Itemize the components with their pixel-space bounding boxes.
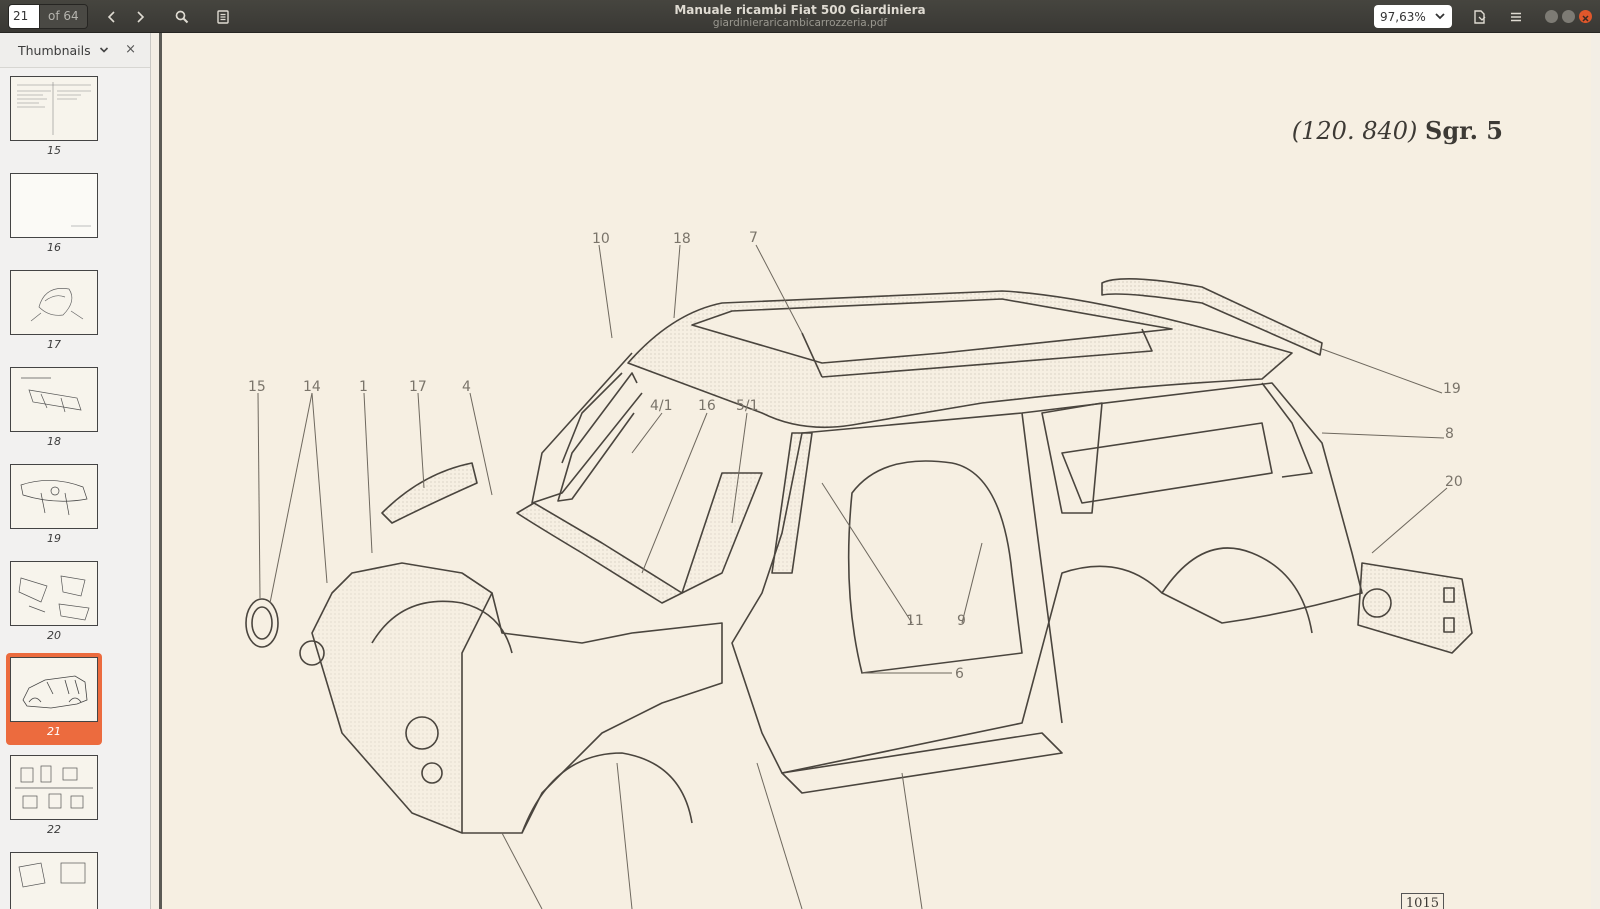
zoom-value: 97,63% bbox=[1380, 9, 1426, 24]
callout-label: 9 bbox=[957, 613, 966, 629]
callout-label: 18 bbox=[673, 231, 691, 247]
close-sidebar-button[interactable]: × bbox=[125, 42, 136, 57]
minimize-button[interactable] bbox=[1545, 10, 1558, 23]
pdf-page: (120. 840) Sgr. 5 10 18 7 15 14 1 17 4 4… bbox=[159, 33, 1591, 909]
thumbnail-image bbox=[10, 657, 98, 722]
sidebar-mode-label[interactable]: Thumbnails bbox=[18, 43, 91, 58]
callout-label: 11 bbox=[906, 613, 924, 629]
callout-label: 4 bbox=[462, 379, 471, 395]
page-entry[interactable]: 21 of 64 bbox=[8, 4, 88, 29]
callout-label: 16 bbox=[698, 398, 716, 414]
callout-label: 14 bbox=[303, 379, 321, 395]
annotations-button[interactable] bbox=[209, 4, 237, 29]
callout-label: 6 bbox=[955, 666, 964, 682]
thumbnail-image bbox=[10, 852, 98, 909]
thumbnails-sidebar: Thumbnails × 15 16 17 18 19 20 21 22 bbox=[0, 33, 151, 909]
thumbnail-page-23[interactable] bbox=[6, 848, 102, 909]
header-bar: 21 of 64 Manuale ricambi Fiat 500 Giardi… bbox=[0, 0, 1600, 33]
callout-label: 1 bbox=[359, 379, 368, 395]
search-icon bbox=[175, 10, 189, 23]
chevron-down-icon bbox=[1435, 13, 1445, 20]
sidebar-scrollbar[interactable] bbox=[142, 69, 150, 909]
chevron-left-icon bbox=[107, 10, 115, 23]
thumbnail-image bbox=[10, 367, 98, 432]
thumbnail-page-19[interactable]: 19 bbox=[6, 460, 102, 552]
thumbnail-image bbox=[10, 464, 98, 529]
thumbnail-label: 18 bbox=[47, 435, 61, 448]
send-to-button[interactable] bbox=[1466, 4, 1494, 29]
thumbnail-page-16[interactable]: 16 bbox=[6, 169, 102, 261]
page-code-box: 1015 bbox=[1400, 893, 1444, 909]
menu-button[interactable] bbox=[1502, 4, 1530, 29]
thumbnail-label: 16 bbox=[47, 241, 61, 254]
callout-label: 5/1 bbox=[736, 398, 759, 414]
thumbnail-label: 22 bbox=[47, 823, 61, 836]
document-view[interactable]: (120. 840) Sgr. 5 10 18 7 15 14 1 17 4 4… bbox=[151, 33, 1600, 909]
thumbnail-image bbox=[10, 270, 98, 335]
callout-label: 15 bbox=[248, 379, 266, 395]
chevron-right-icon bbox=[137, 10, 145, 23]
document-scrollbar[interactable] bbox=[1592, 33, 1600, 909]
callout-label: 19 bbox=[1443, 381, 1461, 397]
thumbnail-image bbox=[10, 561, 98, 626]
document-list-icon bbox=[217, 9, 229, 24]
previous-page-button[interactable] bbox=[98, 4, 126, 29]
sidebar-header: Thumbnails × bbox=[0, 33, 150, 68]
thumbnail-image bbox=[10, 755, 98, 820]
window-title: Manuale ricambi Fiat 500 Giardiniera gia… bbox=[560, 3, 1040, 30]
thumbnail-label: 19 bbox=[47, 532, 61, 545]
callout-label: 8 bbox=[1445, 426, 1454, 442]
thumbnail-label: 17 bbox=[47, 338, 61, 351]
zoom-select[interactable]: 97,63% bbox=[1374, 5, 1452, 28]
maximize-button[interactable] bbox=[1562, 10, 1575, 23]
thumbnail-image bbox=[10, 173, 98, 238]
chevron-down-icon[interactable] bbox=[99, 45, 109, 55]
thumbnail-label: 20 bbox=[47, 629, 61, 642]
thumbnail-list[interactable]: 15 16 17 18 19 20 21 22 bbox=[0, 69, 150, 909]
hamburger-menu-icon bbox=[1511, 12, 1521, 21]
callout-label: 17 bbox=[409, 379, 427, 395]
thumbnail-page-22[interactable]: 22 bbox=[6, 751, 102, 843]
callout-label: 7 bbox=[749, 230, 758, 246]
next-page-button[interactable] bbox=[126, 4, 154, 29]
page-number-input[interactable]: 21 bbox=[9, 5, 39, 28]
callout-layer: 10 18 7 15 14 1 17 4 4/1 16 5/1 19 8 20 … bbox=[248, 230, 1463, 682]
callout-label: 20 bbox=[1445, 474, 1463, 490]
thumbnail-image bbox=[10, 76, 98, 141]
callout-label: 10 bbox=[592, 231, 610, 247]
thumbnail-page-21[interactable]: 21 bbox=[6, 653, 102, 745]
thumbnail-page-15[interactable]: 15 bbox=[6, 72, 102, 164]
close-icon bbox=[1582, 15, 1589, 22]
thumbnail-page-20[interactable]: 20 bbox=[6, 557, 102, 649]
thumbnail-label: 21 bbox=[47, 725, 61, 738]
document-title: Manuale ricambi Fiat 500 Giardiniera bbox=[674, 3, 926, 17]
search-button[interactable] bbox=[168, 4, 196, 29]
close-window-button[interactable] bbox=[1579, 10, 1592, 23]
page-total-label: of 64 bbox=[39, 5, 87, 28]
document-export-icon bbox=[1474, 9, 1486, 24]
callout-label: 4/1 bbox=[650, 398, 673, 414]
thumbnail-page-18[interactable]: 18 bbox=[6, 363, 102, 455]
thumbnail-page-17[interactable]: 17 bbox=[6, 266, 102, 358]
document-filename: giardinieraricambicarrozzeria.pdf bbox=[712, 17, 888, 29]
thumbnail-label: 15 bbox=[47, 144, 61, 157]
